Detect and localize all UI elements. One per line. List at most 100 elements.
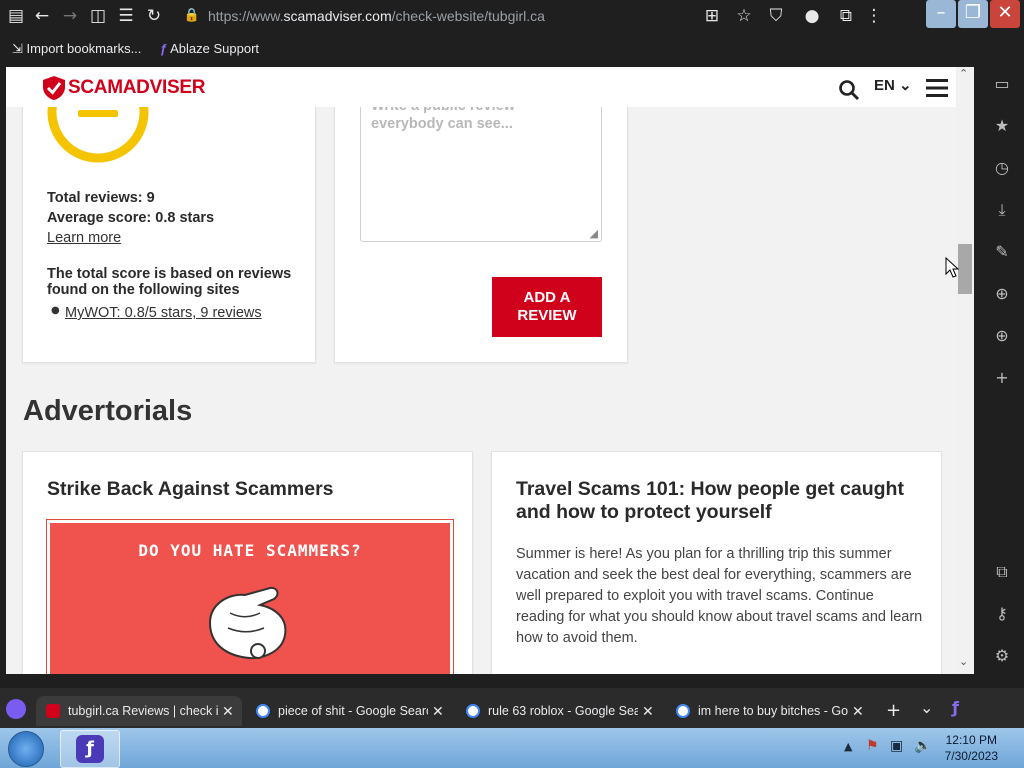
lock-icon[interactable]: 🔒 [180,4,204,28]
start-button-icon[interactable] [8,731,44,767]
network-icon[interactable]: ▣ [890,738,903,754]
tab-title: rule 63 roblox - Google Search [488,704,638,718]
resize-handle-icon[interactable]: ◢ [590,227,598,240]
close-window-button[interactable]: ✕ [990,0,1020,28]
clock-date: 7/30/2023 [944,749,998,763]
add-review-button[interactable]: ADD A REVIEW [492,277,602,337]
workspace-icon[interactable] [6,699,26,719]
bookmarks-bar: ⇲ Import bookmarks... ƒ Ablaze Support [0,34,1024,64]
clock-time: 12:10 PM [945,733,997,747]
article-title[interactable]: Travel Scams 101: How people get caught … [516,478,926,524]
scammers-image[interactable]: DO YOU HATE SCAMMERS? [46,519,454,674]
reload-icon[interactable]: ↻ [142,4,166,28]
taskbar-browser-button[interactable]: ƒ [60,730,120,768]
sidebar-toggle-icon[interactable]: ▤ [4,4,28,28]
tab-google-2[interactable]: rule 63 roblox - Google Search ✕ [456,696,662,726]
globe-icon[interactable]: ⊕ [990,282,1014,306]
bookmark-label: Import bookmarks... [26,41,142,56]
page-viewport: SCAMADVISER EN ⌄ Total reviews: 9 Averag… [6,67,974,674]
qr-code-icon[interactable]: ⊞ [700,4,724,28]
sidebar-panel-icon[interactable]: ◫ [86,4,110,28]
url-text[interactable]: https://www.scamadviser.com/check-websit… [208,2,545,30]
tab-title: im here to buy bitches - Goo [698,704,848,718]
ablaze-logo-icon[interactable]: ƒ [952,698,959,717]
advertorials-heading: Advertorials [23,395,193,427]
taskbar-clock[interactable]: 12:10 PM 7/30/2023 [945,732,998,764]
advertorial-card-2[interactable]: Travel Scams 101: How people get caught … [491,451,942,674]
key-icon[interactable]: ⚷ [990,602,1014,626]
site-header: SCAMADVISER EN ⌄ [6,67,956,107]
browser-sidebar: ▭ ★ ◷ ⤓ ✎ ⊕ ⊕ + ⧉ ⚷ ⚙ [980,64,1024,680]
bookmark-star-icon[interactable]: ☆ [732,4,756,28]
ablaze-icon: ƒ [160,41,168,56]
tab-google-1[interactable]: piece of shit - Google Search ✕ [246,696,452,726]
url-host: scamadviser.com [283,8,392,24]
back-icon[interactable]: ← [30,4,54,28]
tab-title: tubgirl.ca Reviews | check if t [68,704,218,718]
logo-text: SCAMADVISER [68,77,205,99]
bullet-icon: ● [51,305,60,316]
close-tab-icon[interactable]: ✕ [642,696,654,726]
minimize-button[interactable]: – [926,0,956,28]
logo-adviser: ADVISER [122,77,206,98]
reading-list-icon[interactable]: ☰ [114,4,138,28]
settings-gear-icon[interactable]: ⚙ [990,644,1014,668]
scroll-down-icon[interactable]: ⌄ [959,655,968,668]
action-center-icon[interactable]: ⚑ [866,738,879,754]
favorites-star-icon[interactable]: ★ [990,114,1014,138]
logo-scam: SCAM [68,77,123,98]
extensions-icon[interactable]: ⧉ [834,4,858,28]
history-clock-icon[interactable]: ◷ [990,156,1014,180]
address-bar[interactable]: 🔒 https://www.scamadviser.com/check-webs… [176,2,736,30]
google-favicon-icon [466,704,480,718]
close-tab-icon[interactable]: ✕ [222,696,234,726]
menu-icon[interactable]: ⋮ [862,4,886,28]
language-selector[interactable]: EN ⌄ [874,76,912,94]
downloads-icon[interactable]: ⤓ [990,198,1014,222]
mouse-cursor-icon [945,257,959,278]
url-path: /check-website/tubgirl.ca [391,8,545,24]
bookmark-label: Ablaze Support [170,41,260,56]
scroll-thumb[interactable] [958,244,972,294]
extension-puzzle-icon[interactable]: ⧉ [990,560,1014,584]
page-scrollbar[interactable]: ⌃ ⌄ [956,67,974,674]
tab-title: piece of shit - Google Search [278,704,428,718]
add-icon[interactable]: + [990,366,1014,390]
google-favicon-icon [256,704,270,718]
url-prefix: https://www. [208,8,284,24]
import-bookmarks-link[interactable]: ⇲ Import bookmarks... [12,34,141,64]
advertorial-card-1[interactable]: Strike Back Against Scammers DO YOU HATE… [22,451,473,674]
forward-icon[interactable]: → [58,4,82,28]
review-textarea[interactable]: Write a public review everybody can see.… [360,84,602,242]
article-title[interactable]: Strike Back Against Scammers [47,478,447,501]
close-tab-icon[interactable]: ✕ [432,696,444,726]
google-favicon-icon [676,704,690,718]
tab-scamadviser[interactable]: tubgirl.ca Reviews | check if t ✕ [36,696,242,726]
write-review-card: Write a public review everybody can see.… [334,84,628,363]
pen-icon[interactable]: ✎ [990,240,1014,264]
volume-muted-icon[interactable]: 🔈 [914,738,931,754]
ablaze-support-link[interactable]: ƒ Ablaze Support [160,34,259,64]
hamburger-menu-icon[interactable] [926,78,948,98]
score-basis-text: The total score is based on reviews foun… [47,266,292,298]
profile-icon[interactable]: ● [800,4,824,28]
shield-check-icon [43,76,65,100]
learn-more-link[interactable]: Learn more [47,230,121,246]
scroll-up-icon[interactable]: ⌃ [959,67,968,80]
average-score: Average score: 0.8 stars [47,210,215,226]
image-caption: DO YOU HATE SCAMMERS? [138,541,362,560]
close-tab-icon[interactable]: ✕ [852,696,864,726]
shield-icon[interactable]: ⛉ [764,4,788,28]
mywot-link[interactable]: MyWOT: 0.8/5 stars, 9 reviews [65,305,262,321]
windows-taskbar: ƒ ▲ ⚑ ▣ 🔈 12:10 PM 7/30/2023 [0,728,1024,768]
article-body: Summer is here! As you plan for a thrill… [516,546,923,646]
globe-alt-icon[interactable]: ⊕ [990,324,1014,348]
search-icon[interactable] [838,79,860,101]
restore-button[interactable]: ❐ [958,0,988,28]
tray-expand-icon[interactable]: ▲ [844,740,852,753]
new-tab-icon[interactable]: + [886,700,901,721]
tab-google-3[interactable]: im here to buy bitches - Goo ✕ [666,696,872,726]
ablaze-browser-icon: ƒ [76,735,104,763]
tab-list-chevron-icon[interactable]: ⌄ [920,698,933,717]
wallet-icon[interactable]: ▭ [990,72,1014,96]
